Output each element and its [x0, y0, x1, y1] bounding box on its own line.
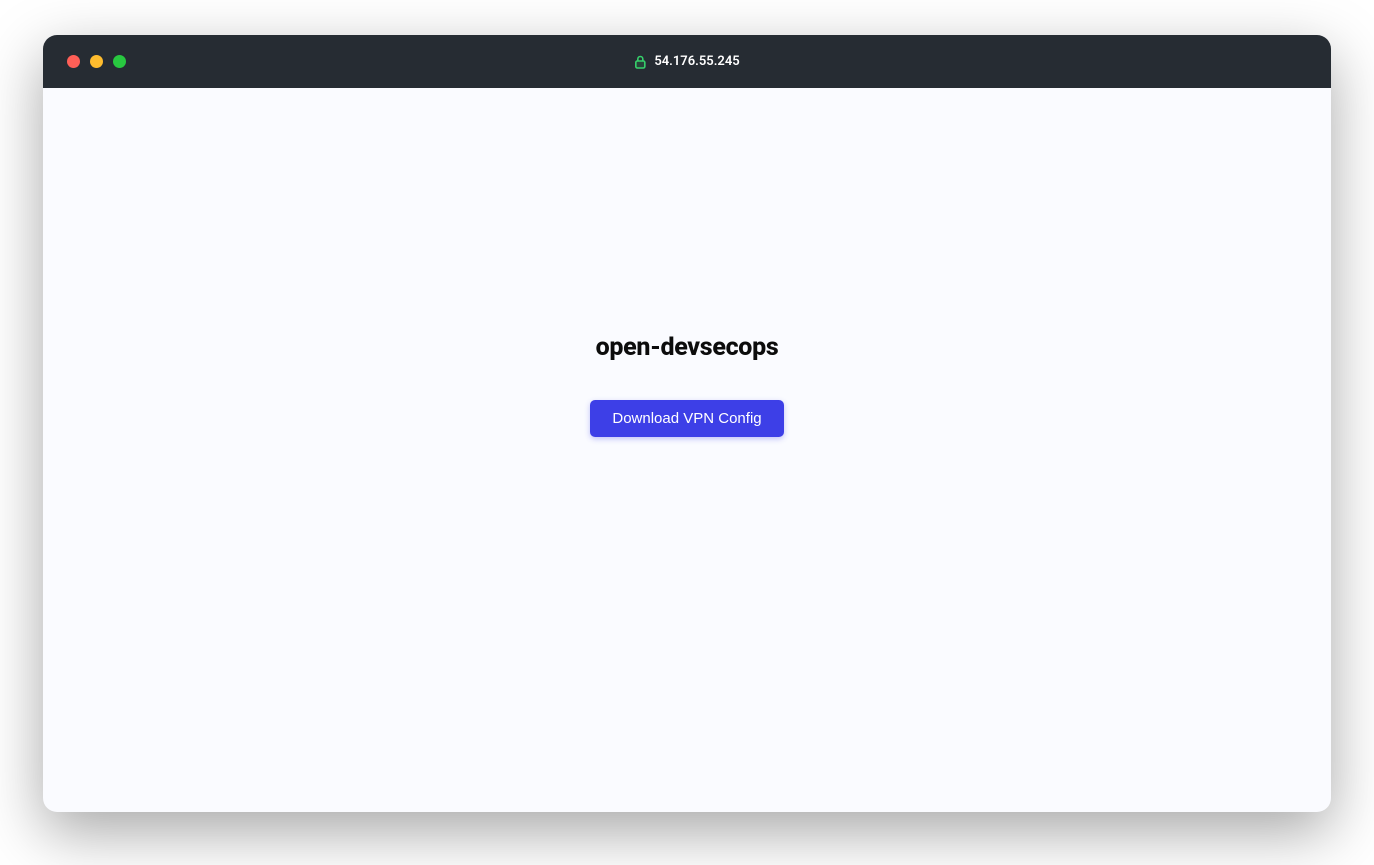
minimize-window-button[interactable] — [90, 55, 103, 68]
page-content: open-devsecops Download VPN Config — [43, 88, 1331, 812]
titlebar: 54.176.55.245 — [43, 35, 1331, 88]
close-window-button[interactable] — [67, 55, 80, 68]
window-controls — [43, 55, 126, 68]
address-bar[interactable]: 54.176.55.245 — [634, 54, 739, 69]
download-vpn-config-button[interactable]: Download VPN Config — [590, 400, 783, 437]
address-text: 54.176.55.245 — [654, 54, 739, 69]
browser-window: 54.176.55.245 open-devsecops Download VP… — [43, 35, 1331, 812]
page-title: open-devsecops — [596, 333, 779, 362]
maximize-window-button[interactable] — [113, 55, 126, 68]
lock-icon — [634, 55, 646, 69]
